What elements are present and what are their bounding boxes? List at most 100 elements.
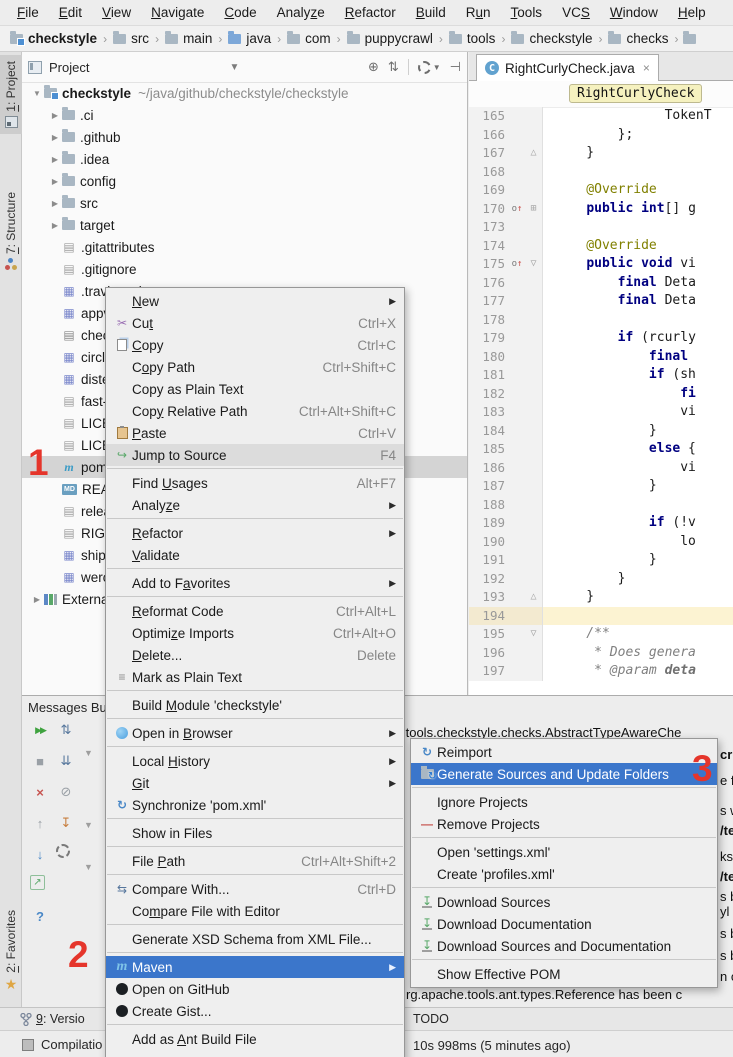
menubar-item-view[interactable]: View bbox=[93, 3, 140, 22]
menu-item-local-history[interactable]: Local History▶ bbox=[106, 750, 404, 772]
overriding-method-icon[interactable] bbox=[509, 255, 525, 274]
menubar-item-refactor[interactable]: Refactor bbox=[336, 3, 405, 22]
menu-item-validate[interactable]: Validate bbox=[106, 544, 404, 566]
expand-icon[interactable]: ⇅ bbox=[56, 720, 76, 740]
breadcrumb-main[interactable]: main bbox=[163, 31, 214, 46]
submenu-item-reimport[interactable]: ↻Reimport bbox=[411, 741, 717, 763]
menubar-item-tools[interactable]: Tools bbox=[502, 3, 552, 22]
menu-item-jump-to-source[interactable]: ↪Jump to SourceF4 bbox=[106, 444, 404, 466]
chevron-right-icon[interactable]: ▶ bbox=[48, 155, 62, 164]
menu-item-maven[interactable]: mMaven▶ bbox=[106, 956, 404, 978]
breadcrumb-src[interactable]: src bbox=[111, 31, 151, 46]
tool-tab-project[interactable]: 1: Project bbox=[0, 55, 22, 134]
chevron-right-icon[interactable]: ▶ bbox=[48, 221, 62, 230]
menu-item-refactor[interactable]: Refactor▶ bbox=[106, 522, 404, 544]
menu-item-reformat-code[interactable]: Reformat CodeCtrl+Alt+L bbox=[106, 600, 404, 622]
fold-open-icon[interactable]: ▽ bbox=[525, 625, 543, 644]
up-icon[interactable]: ↑ bbox=[30, 813, 50, 833]
close-icon[interactable]: × bbox=[30, 782, 50, 802]
menu-item-file-path[interactable]: File PathCtrl+Alt+Shift+2 bbox=[106, 850, 404, 872]
console-fold-icon[interactable]: ▼ bbox=[84, 862, 93, 872]
locate-icon[interactable]: ⊕ bbox=[368, 59, 379, 75]
overriding-method-icon[interactable] bbox=[509, 200, 525, 219]
chevron-down-icon[interactable]: ▼ bbox=[229, 62, 239, 73]
submenu-item-show-effective-pom[interactable]: Show Effective POM bbox=[411, 963, 717, 985]
menu-item-open-on-github[interactable]: Open on GitHub bbox=[106, 978, 404, 1000]
export-icon[interactable]: ↗ bbox=[30, 875, 45, 890]
menu-item-compare-file-with-editor[interactable]: Compare File with Editor bbox=[106, 900, 404, 922]
menu-item-new[interactable]: New▶ bbox=[106, 290, 404, 312]
submenu-item-generate-sources-and-update-folders[interactable]: Generate Sources and Update Folders bbox=[411, 763, 717, 785]
settings-icon[interactable] bbox=[56, 844, 70, 858]
breadcrumb-java[interactable]: java bbox=[226, 31, 273, 46]
submenu-item-download-sources[interactable]: ↧Download Sources bbox=[411, 891, 717, 913]
tree-item-config[interactable]: ▶config bbox=[22, 170, 467, 192]
breadcrumb-com[interactable]: com bbox=[285, 31, 333, 46]
submenu-item-ignore-projects[interactable]: Ignore Projects bbox=[411, 791, 717, 813]
gear-icon[interactable]: ▼ bbox=[418, 61, 441, 74]
tree-item-ci[interactable]: ▶.ci bbox=[22, 104, 467, 126]
menu-item-open-in-browser[interactable]: Open in Browser▶ bbox=[106, 722, 404, 744]
fold-up-icon[interactable]: △ bbox=[525, 144, 543, 163]
menu-item-show-in-files[interactable]: Show in Files bbox=[106, 822, 404, 844]
hide-panel-icon[interactable]: ⊣ bbox=[450, 59, 461, 75]
menu-item-synchronize-pom-xml[interactable]: ↻Synchronize 'pom.xml' bbox=[106, 794, 404, 816]
tree-item-github[interactable]: ▶.github bbox=[22, 126, 467, 148]
menubar-item-run[interactable]: Run bbox=[457, 3, 500, 22]
tool-tab-favorites[interactable]: 2: Favorites ★ bbox=[0, 910, 22, 991]
menubar-item-file[interactable]: File bbox=[8, 3, 48, 22]
menu-item-cut[interactable]: ✂CutCtrl+X bbox=[106, 312, 404, 334]
tree-item-target[interactable]: ▶target bbox=[22, 214, 467, 236]
menu-item-optimize-imports[interactable]: Optimize ImportsCtrl+Alt+O bbox=[106, 622, 404, 644]
menu-item-paste[interactable]: PasteCtrl+V bbox=[106, 422, 404, 444]
todo-button[interactable]: TODO bbox=[413, 1012, 449, 1026]
tree-item-gitignore[interactable]: ▤.gitignore bbox=[22, 258, 467, 280]
collapse-icon[interactable]: ⇊ bbox=[56, 751, 76, 771]
menu-item-delete[interactable]: Delete...Delete bbox=[106, 644, 404, 666]
breadcrumb-checkstyle[interactable]: checkstyle bbox=[509, 31, 594, 46]
chevron-right-icon[interactable]: ▶ bbox=[48, 133, 62, 142]
menubar-item-vcs[interactable]: VCS bbox=[553, 3, 599, 22]
code-view[interactable]: 165 TokenT166 };167△ }168169 @Override17… bbox=[469, 107, 733, 695]
menu-item-add-as-ant-build-file[interactable]: Add as Ant Build File bbox=[106, 1028, 404, 1050]
menu-item-mark-as-plain-text[interactable]: ≡Mark as Plain Text bbox=[106, 666, 404, 688]
version-control-button[interactable]: 9: Versio bbox=[20, 1012, 85, 1026]
stop-icon[interactable]: ■ bbox=[30, 751, 50, 771]
menu-item-analyze[interactable]: Analyze▶ bbox=[106, 494, 404, 516]
menu-item-copy-as-plain-text[interactable]: Copy as Plain Text bbox=[106, 378, 404, 400]
menu-item-copy-relative-path[interactable]: Copy Relative PathCtrl+Alt+Shift+C bbox=[106, 400, 404, 422]
submenu-item-create-profiles-xml[interactable]: Create 'profiles.xml' bbox=[411, 863, 717, 885]
submenu-item-remove-projects[interactable]: —Remove Projects bbox=[411, 813, 717, 835]
breadcrumb-tools[interactable]: tools bbox=[447, 31, 498, 46]
menu-item-generate-xsd-schema-from-xml-file[interactable]: Generate XSD Schema from XML File... bbox=[106, 928, 404, 950]
submenu-item-open-settings-xml[interactable]: Open 'settings.xml' bbox=[411, 841, 717, 863]
breadcrumb-pill[interactable]: RightCurlyCheck bbox=[569, 84, 702, 103]
menubar-item-build[interactable]: Build bbox=[407, 3, 455, 22]
console-fold-icon[interactable]: ▼ bbox=[84, 820, 93, 830]
tree-item-idea[interactable]: ▶.idea bbox=[22, 148, 467, 170]
tree-item-checkstyle[interactable]: ▼checkstyle~/java/github/checkstyle/chec… bbox=[22, 82, 467, 104]
menu-item-copy[interactable]: CopyCtrl+C bbox=[106, 334, 404, 356]
chevron-down-icon[interactable]: ▼ bbox=[30, 89, 44, 98]
help-icon[interactable]: ? bbox=[30, 906, 50, 926]
menubar-item-edit[interactable]: Edit bbox=[50, 3, 91, 22]
menu-item-compare-with[interactable]: ⇆Compare With...Ctrl+D bbox=[106, 878, 404, 900]
disable-icon[interactable]: ⊘ bbox=[56, 782, 76, 802]
close-icon[interactable]: × bbox=[643, 61, 650, 75]
menu-item-add-to-favorites[interactable]: Add to Favorites▶ bbox=[106, 572, 404, 594]
fold-open-icon[interactable]: ▽ bbox=[525, 255, 543, 274]
submenu-item-download-documentation[interactable]: ↧Download Documentation bbox=[411, 913, 717, 935]
menubar-item-window[interactable]: Window bbox=[601, 3, 667, 22]
fold-up-icon[interactable]: △ bbox=[525, 588, 543, 607]
collapse-all-icon[interactable]: ⇅ bbox=[388, 59, 399, 75]
menu-item-find-usages[interactable]: Find UsagesAlt+F7 bbox=[106, 472, 404, 494]
menu-item-build-module-checkstyle[interactable]: Build Module 'checkstyle' bbox=[106, 694, 404, 716]
menubar-item-navigate[interactable]: Navigate bbox=[142, 3, 213, 22]
chevron-right-icon[interactable]: ▶ bbox=[30, 595, 44, 604]
menu-item-git[interactable]: Git▶ bbox=[106, 772, 404, 794]
import-icon[interactable]: ↧ bbox=[56, 813, 76, 833]
down-icon[interactable]: ↓ bbox=[30, 844, 50, 864]
breadcrumb-checks[interactable]: checks bbox=[606, 31, 670, 46]
menubar-item-help[interactable]: Help bbox=[669, 3, 715, 22]
tool-tab-structure[interactable]: 7: Structure bbox=[0, 192, 22, 270]
